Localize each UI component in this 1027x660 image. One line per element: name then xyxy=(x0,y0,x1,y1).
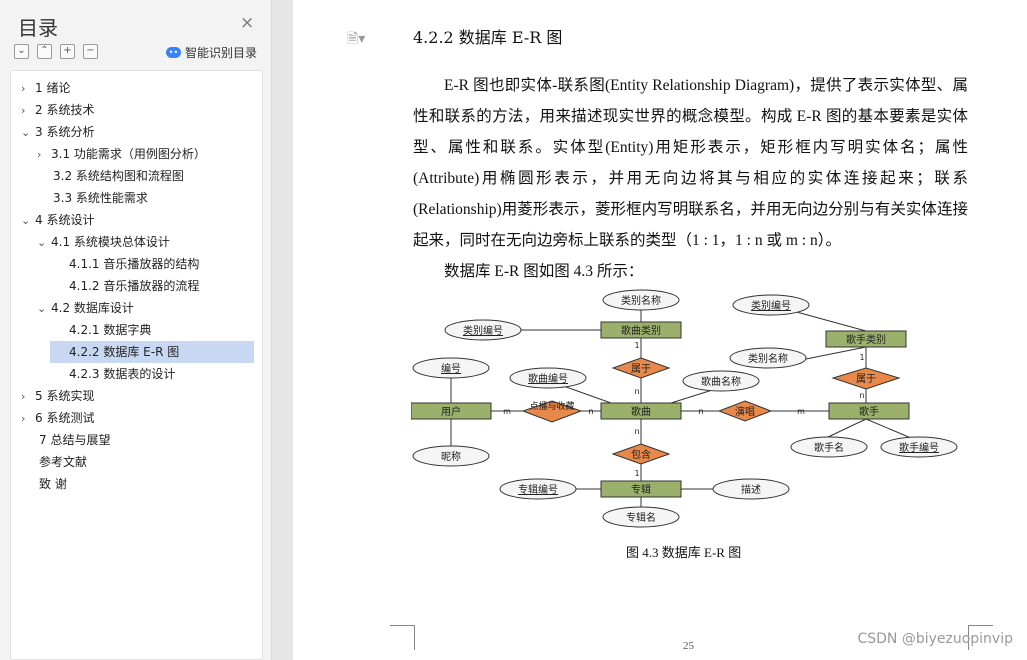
document-page: 🗎▾ 4.2.2 数据库 E-R 图 E-R 图也即实体-联系图(Entity … xyxy=(293,0,1027,660)
toc-item-2[interactable]: › 2 系统技术 xyxy=(21,99,94,121)
attr-description-label: 描述 xyxy=(741,483,761,496)
page-number: 25 xyxy=(683,640,694,652)
crop-mark-left xyxy=(390,625,415,650)
add-icon[interactable]: + xyxy=(60,44,75,59)
ai-icon: •• xyxy=(166,47,181,58)
expand-up-icon[interactable]: ⌃ xyxy=(37,44,52,59)
er-diagram: 歌曲类别 歌手类别 用户 歌曲 歌手 专辑 属于 属于 点播与收藏 演唱 包含 … xyxy=(411,289,958,528)
figure-caption: 图 4.3 数据库 E-R 图 xyxy=(626,545,742,560)
attr-nickname-label: 昵称 xyxy=(441,450,461,463)
toc-item-4-1-1[interactable]: 4.1.1 音乐播放器的结构 xyxy=(69,253,199,275)
toc-item-4-1-2[interactable]: 4.1.2 音乐播放器的流程 xyxy=(69,275,199,297)
attr-category-id-label: 类别编号 xyxy=(463,324,503,337)
toc-item-5[interactable]: › 5 系统实现 xyxy=(21,385,94,407)
section-heading: 4.2.2 数据库 E-R 图 xyxy=(413,28,563,47)
card-1-c: 1 xyxy=(634,469,639,478)
toc-item-references[interactable]: 参考文献 xyxy=(39,451,87,473)
card-n-e: n xyxy=(634,427,639,436)
chevron-right-icon[interactable]: › xyxy=(21,100,35,122)
card-m-a: m xyxy=(503,407,511,416)
toc-item-4-2-1[interactable]: 4.2.1 数据字典 xyxy=(69,319,151,341)
chevron-down-icon[interactable]: ⌄ xyxy=(21,122,35,144)
chevron-right-icon[interactable]: › xyxy=(21,78,35,100)
attr-singer-id-label: 歌手编号 xyxy=(899,441,939,454)
toc-item-4[interactable]: ⌄ 4 系统设计 xyxy=(21,209,94,231)
toc-tree: › 1 绪论 › 2 系统技术 ⌄ 3 系统分析 › 3.1 功能需求（用例图分析） 3… xyxy=(10,70,263,660)
toc-item-3[interactable]: ⌄ 3 系统分析 xyxy=(21,121,94,143)
chevron-right-icon[interactable]: › xyxy=(37,144,51,166)
relation-collect-label: 点播与收藏 xyxy=(529,400,574,412)
toc-item-3-1[interactable]: › 3.1 功能需求（用例图分析） xyxy=(37,143,206,165)
toc-item-4-2-3[interactable]: 4.2.3 数据表的设计 xyxy=(69,363,175,385)
chevron-right-icon[interactable]: › xyxy=(21,386,35,408)
toc-title: 目录 xyxy=(18,16,58,40)
relation-perform-label: 演唱 xyxy=(735,405,755,418)
entity-album-label: 专辑 xyxy=(631,483,651,496)
entity-song-label: 歌曲 xyxy=(631,405,651,418)
card-n-b: n xyxy=(859,391,864,400)
card-n-a: n xyxy=(634,387,639,396)
toc-item-3-2[interactable]: 3.2 系统结构图和流程图 xyxy=(53,165,184,187)
card-1-b: 1 xyxy=(859,353,864,362)
relation-belong-song-label: 属于 xyxy=(631,363,651,375)
toc-item-4-2-2-selected[interactable]: 4.2.2 数据库 E-R 图 xyxy=(50,341,254,363)
watermark: CSDN @biyezuopinvip xyxy=(857,631,1013,647)
entity-user-label: 用户 xyxy=(441,405,461,418)
card-m-b: m xyxy=(797,407,805,416)
chevron-right-icon[interactable]: › xyxy=(21,408,35,430)
entity-singer-category-label: 歌手类别 xyxy=(846,333,886,346)
attr-song-id-label: 歌曲编号 xyxy=(528,372,568,385)
attr-singer-category-id-label: 类别编号 xyxy=(751,299,791,312)
close-icon[interactable]: × xyxy=(240,13,254,33)
chevron-down-icon[interactable]: ⌄ xyxy=(21,210,35,232)
attr-song-name-label: 歌曲名称 xyxy=(701,375,741,388)
entity-song-category-label: 歌曲类别 xyxy=(621,324,661,337)
toc-item-3-3[interactable]: 3.3 系统性能需求 xyxy=(53,187,148,209)
card-n-c: n xyxy=(588,407,593,416)
ai-recognize-toc-button[interactable]: •• 智能识别目录 xyxy=(166,44,257,61)
toc-item-1[interactable]: › 1 绪论 xyxy=(21,77,70,99)
toc-toolbar: ⌄ ⌃ + − xyxy=(14,44,98,59)
paragraph-1: E-R 图也即实体-联系图(Entity Relationship Diagra… xyxy=(413,77,968,249)
relation-contain-label: 包含 xyxy=(631,448,651,461)
relation-belong-singer-label: 属于 xyxy=(856,373,876,385)
body-text: E-R 图也即实体-联系图(Entity Relationship Diagra… xyxy=(413,70,968,287)
card-1-a: 1 xyxy=(634,341,639,350)
toc-item-4-1[interactable]: ⌄ 4.1 系统模块总体设计 xyxy=(37,231,170,253)
attr-album-name-label: 专辑名 xyxy=(626,511,656,524)
chevron-down-icon[interactable]: ⌄ xyxy=(37,232,51,254)
chevron-down-icon[interactable]: ⌄ xyxy=(37,298,51,320)
toc-item-6[interactable]: › 6 系统测试 xyxy=(21,407,94,429)
toc-item-thanks[interactable]: 致 谢 xyxy=(39,473,67,495)
attr-album-id-label: 专辑编号 xyxy=(518,483,558,496)
toc-item-4-2[interactable]: ⌄ 4.2 数据库设计 xyxy=(37,297,134,319)
card-n-d: n xyxy=(698,407,703,416)
ai-recognize-label: 智能识别目录 xyxy=(185,46,258,60)
collapse-all-icon[interactable]: ⌄ xyxy=(14,44,29,59)
document-icon[interactable]: 🗎▾ xyxy=(347,28,365,52)
toc-sidebar: 目录 × ⌄ ⌃ + − •• 智能识别目录 › 1 绪论 › 2 系统技术 ⌄ 3 … xyxy=(0,0,272,660)
entity-singer-label: 歌手 xyxy=(859,405,879,418)
paragraph-2: 数据库 E-R 图如图 4.3 所示： xyxy=(444,263,644,280)
toc-item-7[interactable]: 7 总结与展望 xyxy=(39,429,110,451)
remove-icon[interactable]: − xyxy=(83,44,98,59)
attr-user-id-label: 编号 xyxy=(441,362,461,375)
attr-singer-name-label: 歌手名 xyxy=(814,441,844,454)
attr-singer-category-name-label: 类别名称 xyxy=(748,352,788,365)
attr-category-name-label: 类别名称 xyxy=(621,294,661,307)
